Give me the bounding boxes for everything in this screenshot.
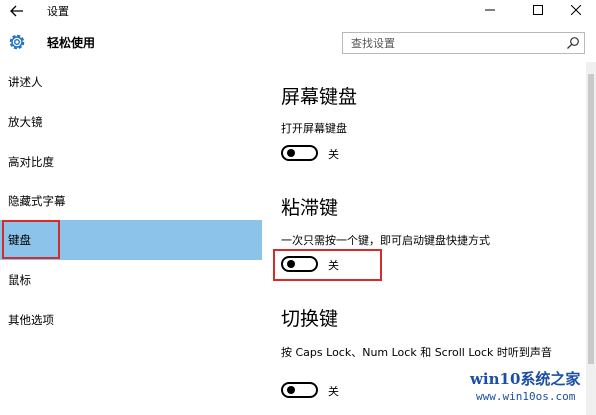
minimize-icon <box>485 9 495 11</box>
section-title-sticky-keys: 粘滞键 <box>281 197 339 219</box>
page-header: 轻松使用 <box>0 22 596 62</box>
sidebar-item-label: 高对比度 <box>8 155 54 169</box>
page-title: 轻松使用 <box>47 36 96 50</box>
sidebar-item-other-options[interactable]: 其他选项 <box>0 300 262 340</box>
sidebar-item-label: 鼠标 <box>8 273 31 287</box>
section-description: 按 Caps Lock、Num Lock 和 Scroll Lock 时听到声音 <box>281 346 552 359</box>
main-content: 屏幕键盘 打开屏幕键盘 关 粘滞键 一次只需按一个键，即可启动键盘快捷方式 关 … <box>262 62 586 415</box>
back-button[interactable] <box>6 2 28 20</box>
minimize-button[interactable] <box>470 0 510 20</box>
search-icon[interactable] <box>566 36 580 50</box>
sidebar-item-label: 讲述人 <box>8 75 43 89</box>
toggle-keys-toggle[interactable] <box>281 382 318 398</box>
window-title: 设置 <box>47 5 69 18</box>
watermark-url: www.win10os.com <box>476 390 576 403</box>
toggle-knob <box>287 149 295 157</box>
gear-icon <box>9 34 25 50</box>
toggle-state-label: 关 <box>328 385 339 398</box>
sidebar-item-label: 其他选项 <box>8 313 54 327</box>
toggle-knob <box>287 386 295 394</box>
sidebar-item-high-contrast[interactable]: 高对比度 <box>0 142 262 182</box>
search-input[interactable] <box>343 33 561 53</box>
sidebar-item-magnifier[interactable]: 放大镜 <box>0 102 262 142</box>
section-description: 一次只需按一个键，即可启动键盘快捷方式 <box>281 234 490 247</box>
section-title-onscreen-keyboard: 屏幕键盘 <box>281 86 358 108</box>
scrollbar[interactable] <box>586 62 596 415</box>
section-description: 打开屏幕键盘 <box>281 122 347 135</box>
maximize-button[interactable] <box>518 0 558 20</box>
title-bar: 设置 <box>0 0 596 22</box>
toggle-state-label: 关 <box>328 259 339 272</box>
watermark: win10系统之家 www.win10os.com <box>448 366 593 412</box>
sidebar-item-closed-captions[interactable]: 隐藏式字幕 <box>0 181 262 221</box>
close-button[interactable] <box>556 0 596 20</box>
sidebar-item-label: 放大镜 <box>8 115 43 129</box>
maximize-icon <box>533 5 543 15</box>
sidebar-item-label: 键盘 <box>8 233 31 247</box>
search-box[interactable] <box>342 32 585 54</box>
toggle-state-label: 关 <box>328 148 339 161</box>
section-title-toggle-keys: 切换键 <box>281 308 339 330</box>
sidebar-item-label: 隐藏式字幕 <box>8 194 66 208</box>
watermark-title: win10系统之家 <box>470 370 581 388</box>
sidebar-item-mouse[interactable]: 鼠标 <box>0 260 262 300</box>
arrow-left-icon <box>10 5 23 17</box>
close-icon <box>571 5 581 15</box>
sticky-keys-toggle[interactable] <box>281 256 318 272</box>
sidebar: 讲述人 放大镜 高对比度 隐藏式字幕 键盘 鼠标 其他选项 <box>0 62 262 415</box>
toggle-knob <box>287 260 295 268</box>
scrollbar-thumb[interactable] <box>588 74 594 364</box>
onscreen-keyboard-toggle[interactable] <box>281 145 318 161</box>
sidebar-item-keyboard[interactable]: 键盘 <box>0 220 262 260</box>
sidebar-item-narrator[interactable]: 讲述人 <box>0 62 262 102</box>
